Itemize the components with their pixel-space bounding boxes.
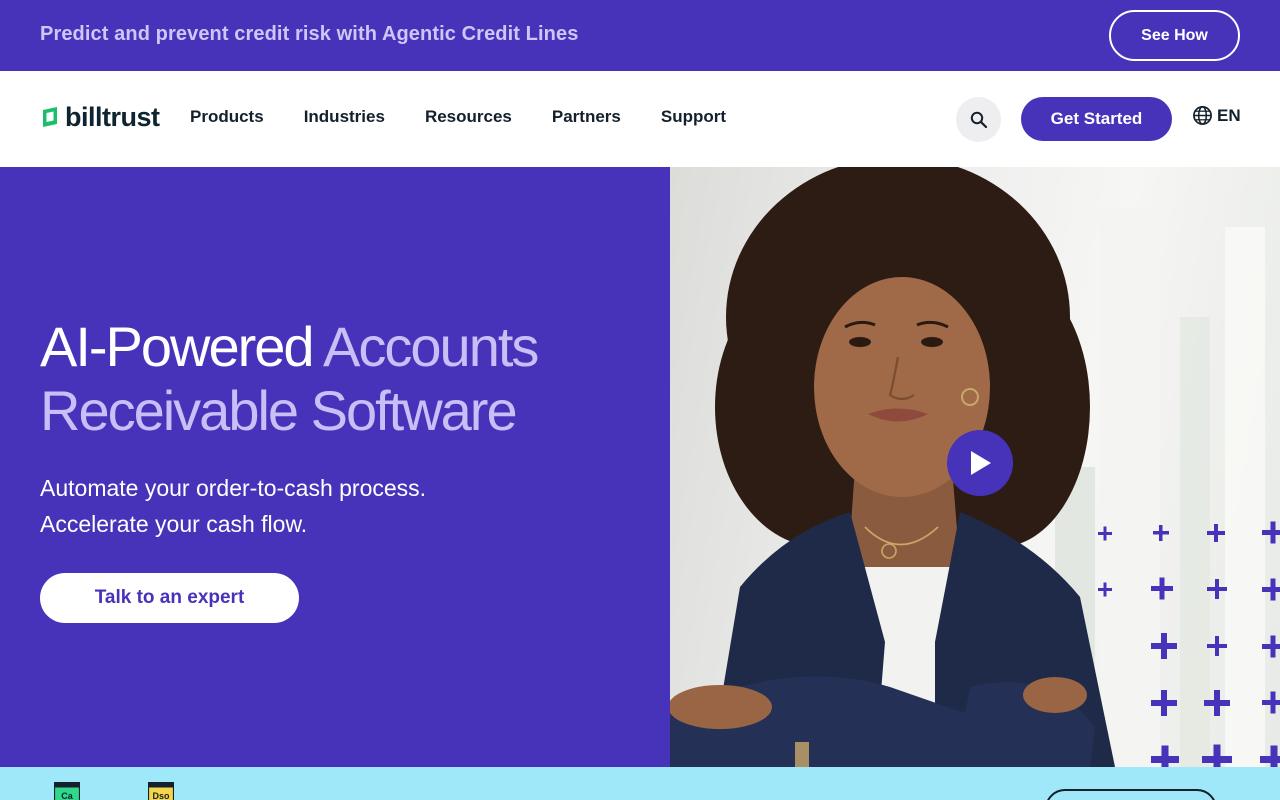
hero-title-strong: AI-Powered <box>40 315 315 378</box>
nav-item-partners[interactable]: Partners <box>552 107 621 127</box>
hero-section: AI-Powered Accounts Receivable Software … <box>0 167 670 767</box>
site-header: billtrust Products Industries Resources … <box>0 71 1280 167</box>
badge-dso-text: Dso <box>152 791 170 800</box>
nav-item-resources[interactable]: Resources <box>425 107 512 127</box>
language-selector[interactable]: EN <box>1192 105 1241 126</box>
get-started-button[interactable]: Get Started <box>1021 97 1172 141</box>
hero-title: AI-Powered Accounts Receivable Software <box>40 315 640 443</box>
hero-video[interactable] <box>670 167 1280 767</box>
play-icon <box>971 451 991 475</box>
bottom-strip: Ca Dso <box>0 767 1280 800</box>
logo-mark-icon <box>43 107 57 127</box>
globe-icon <box>1193 106 1212 125</box>
language-label: EN <box>1217 105 1241 125</box>
badge-ca-text: Ca <box>61 791 73 800</box>
badge-dso: Dso <box>148 782 174 800</box>
hero-subtitle-line1: Automate your order-to-cash process. <box>40 475 427 501</box>
main-nav: Products Industries Resources Partners S… <box>190 107 766 127</box>
search-icon <box>970 111 987 128</box>
nav-item-support[interactable]: Support <box>661 107 726 127</box>
announcement-text: Predict and prevent credit risk with Age… <box>40 23 579 45</box>
hero-subtitle-line2: Accelerate your cash flow. <box>40 511 308 537</box>
strip-button[interactable] <box>1045 789 1217 800</box>
play-video-button[interactable] <box>947 430 1013 496</box>
announcement-bar: Predict and prevent credit risk with Age… <box>0 0 1280 71</box>
badge-ca: Ca <box>54 782 80 800</box>
search-button[interactable] <box>956 97 1001 142</box>
see-how-button[interactable]: See How <box>1109 10 1240 61</box>
talk-to-expert-button[interactable]: Talk to an expert <box>40 573 299 623</box>
logo-text: billtrust <box>65 101 160 132</box>
hero-subtitle: Automate your order-to-cash process. Acc… <box>40 470 600 542</box>
nav-item-products[interactable]: Products <box>190 107 264 127</box>
plus-pattern <box>1098 521 1280 767</box>
billtrust-logo[interactable]: billtrust <box>40 102 160 132</box>
nav-item-industries[interactable]: Industries <box>304 107 385 127</box>
